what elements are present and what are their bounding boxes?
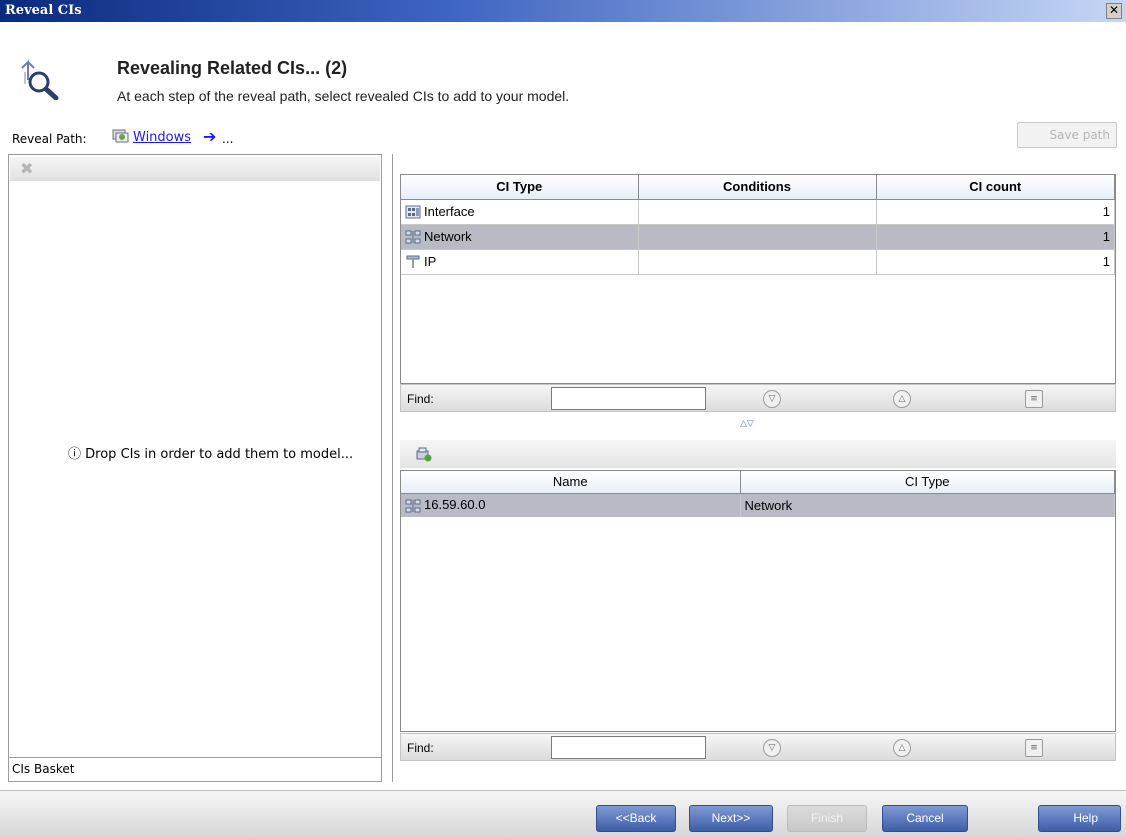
find-next-icon[interactable]: ▽ (763, 739, 781, 757)
revealed-cis-table: Name CI Type 16.59.60.0 Network (400, 470, 1116, 732)
basket-drop-message: ⓘ Drop CIs in order to add them to model… (68, 443, 353, 462)
info-icon: ⓘ (68, 447, 82, 462)
name-cell: 16.59.60.0 (401, 493, 741, 517)
find-bar-ci-types: Find: ▽ △ ≡ (400, 384, 1116, 412)
save-path-button[interactable]: Save path (1017, 122, 1117, 148)
interface-icon (405, 205, 421, 219)
ci-count-cell: 1 (876, 224, 1115, 250)
find-bar-results: Find: ▽ △ ≡ (400, 733, 1116, 761)
column-header-conditions[interactable]: Conditions (638, 175, 877, 200)
reveal-magnifier-icon (21, 59, 59, 100)
splitter-arrows-icon[interactable]: △▽ (740, 419, 754, 429)
next-button[interactable]: Next>> (689, 805, 773, 832)
remove-icon[interactable]: ✖ (20, 159, 33, 178)
basket-message-text: Drop CIs in order to add them to model..… (85, 447, 354, 462)
ci-count-cell: 1 (876, 199, 1115, 225)
find-input[interactable] (551, 736, 706, 759)
column-header-ci-type[interactable]: CI Type (401, 175, 639, 200)
ci-count-cell: 1 (876, 249, 1115, 275)
column-header-name[interactable]: Name (401, 471, 741, 494)
table-row[interactable]: Network 1 (401, 224, 1115, 250)
reveal-path-ellipsis: ... (222, 132, 234, 146)
help-button[interactable]: Help (1038, 805, 1121, 832)
find-input[interactable] (551, 387, 706, 410)
find-previous-icon[interactable]: △ (893, 739, 911, 757)
back-button[interactable]: <<Back (596, 805, 676, 832)
ci-type-cell: IP (401, 249, 639, 275)
find-label: Find: (407, 392, 434, 406)
find-next-icon[interactable]: ▽ (763, 390, 781, 408)
conditions-cell (638, 224, 877, 250)
ci-type-cell: Interface (401, 199, 639, 225)
results-toolbar (400, 440, 1116, 468)
find-options-icon[interactable]: ≡ (1025, 390, 1043, 408)
basket-toolbar (10, 157, 380, 181)
network-icon (405, 230, 421, 244)
column-header-ci-count[interactable]: CI count (876, 175, 1115, 200)
cis-basket-label: CIs Basket (12, 762, 75, 776)
window-title: Reveal CIs (5, 3, 82, 18)
close-button[interactable]: ✕ (1106, 3, 1122, 19)
find-options-icon[interactable]: ≡ (1025, 739, 1043, 757)
add-to-model-icon[interactable] (416, 446, 432, 462)
table-row[interactable]: IP 1 (401, 249, 1115, 275)
ci-type-cell: Network (740, 493, 1115, 517)
reveal-path-windows-link[interactable]: Windows (133, 130, 191, 145)
table-row[interactable]: Interface 1 (401, 199, 1115, 225)
cancel-button[interactable]: Cancel (882, 805, 968, 832)
reveal-path-label: Reveal Path: (12, 132, 87, 146)
conditions-cell (638, 249, 877, 275)
find-previous-icon[interactable]: △ (893, 390, 911, 408)
table-row[interactable]: 16.59.60.0 Network (401, 493, 1115, 517)
ci-type-table: CI Type Conditions CI count Interface 1 (400, 174, 1116, 384)
windows-ci-icon (112, 129, 129, 143)
reveal-path-arrow-icon: ➔ (203, 127, 217, 146)
find-label: Find: (407, 741, 434, 755)
ip-icon (406, 255, 420, 269)
cis-basket-panel[interactable] (8, 154, 382, 782)
page-subtitle: At each step of the reveal path, select … (117, 88, 570, 104)
finish-button[interactable]: Finish (787, 805, 867, 832)
network-icon (405, 499, 421, 513)
title-bar (0, 0, 1126, 22)
ci-type-cell: Network (401, 224, 639, 250)
page-title: Revealing Related CIs... (2) (117, 58, 348, 78)
column-header-ci-type[interactable]: CI Type (740, 471, 1115, 494)
divider (9, 757, 381, 758)
conditions-cell (638, 199, 877, 225)
